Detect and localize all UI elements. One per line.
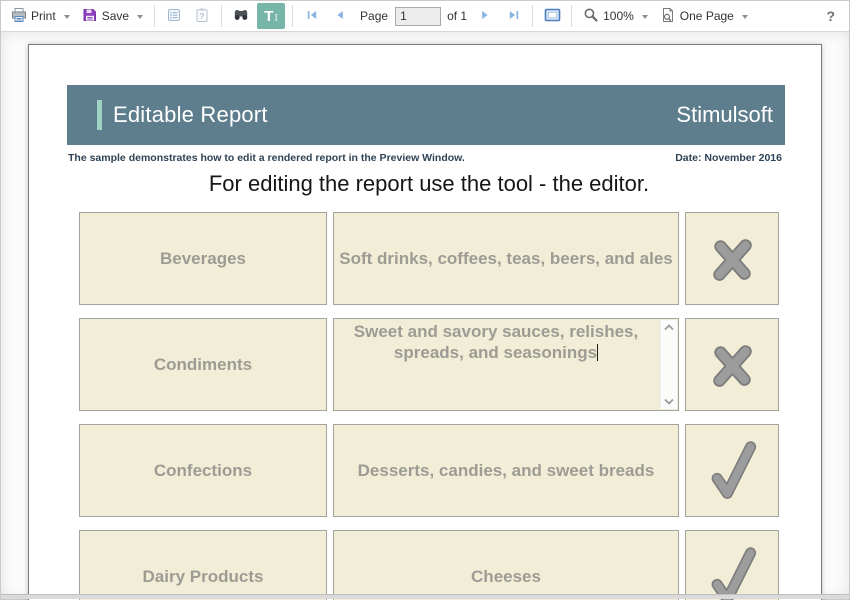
report-instruction: For editing the report use the tool - th… — [79, 171, 779, 197]
chevron-down-icon — [642, 15, 648, 19]
save-icon — [82, 7, 98, 26]
category-cell[interactable]: Condiments — [79, 318, 327, 411]
editor-button[interactable]: TI — [257, 3, 285, 29]
parameters-icon: ? — [194, 7, 210, 26]
view-mode-button[interactable]: One Page — [654, 3, 754, 29]
report-subline: The sample demonstrates how to edit a re… — [68, 152, 782, 164]
full-screen-button[interactable] — [539, 3, 565, 29]
status-cell[interactable] — [685, 530, 779, 600]
print-label: Print — [31, 9, 56, 23]
help-button[interactable]: ? — [826, 8, 835, 24]
separator — [154, 5, 155, 27]
chevron-down-icon — [137, 15, 143, 19]
bookmarks-icon — [166, 7, 182, 26]
table-row: Confections Desserts, candies, and sweet… — [79, 424, 779, 517]
report-subtitle: The sample demonstrates how to edit a re… — [68, 152, 465, 164]
report-header-band: Editable Report Stimulsoft — [67, 85, 785, 145]
svg-text:?: ? — [199, 10, 204, 20]
last-page-button[interactable] — [500, 3, 526, 29]
print-button[interactable]: Print — [5, 3, 76, 29]
table-row: Dairy Products Cheeses — [79, 530, 779, 600]
category-cell[interactable]: Dairy Products — [79, 530, 327, 600]
check-icon — [706, 439, 758, 503]
prev-page-button[interactable] — [327, 3, 353, 29]
status-cell[interactable] — [685, 318, 779, 411]
find-button[interactable] — [228, 3, 254, 29]
description-text: Cheeses — [471, 567, 541, 586]
description-text: Sweet and savory sauces, relishes, sprea… — [354, 322, 638, 362]
text-edit-icon: T — [264, 9, 273, 24]
prev-page-icon — [334, 9, 346, 24]
status-cell[interactable] — [685, 424, 779, 517]
page-view-icon — [660, 7, 676, 26]
preview-area: Editable Report Stimulsoft The sample de… — [1, 32, 849, 599]
first-page-button[interactable] — [299, 3, 325, 29]
text-cursor — [597, 344, 598, 361]
chevron-down-icon — [64, 15, 70, 19]
page-label: Page — [360, 9, 388, 23]
description-cell[interactable]: Cheeses — [333, 530, 679, 600]
status-cell[interactable] — [685, 212, 779, 305]
bookmarks-button[interactable] — [161, 3, 187, 29]
page-of-label: of 1 — [447, 9, 467, 23]
chevron-down-icon — [742, 15, 748, 19]
next-page-button[interactable] — [472, 3, 498, 29]
check-icon — [706, 545, 758, 600]
category-cell[interactable]: Beverages — [79, 212, 327, 305]
description-cell[interactable]: Desserts, candies, and sweet breads — [333, 424, 679, 517]
table-row: Beverages Soft drinks, coffees, teas, be… — [79, 212, 779, 305]
table-row: Condiments Sweet and savory sauces, reli… — [79, 318, 779, 411]
ibeam-icon: I — [274, 14, 277, 24]
zoom-value: 100% — [603, 9, 634, 23]
description-text: Desserts, candies, and sweet breads — [358, 461, 655, 480]
separator — [221, 5, 222, 27]
save-label: Save — [102, 9, 129, 23]
cross-icon — [707, 234, 757, 284]
description-cell-editing[interactable]: Sweet and savory sauces, relishes, sprea… — [333, 318, 679, 411]
description-text: Soft drinks, coffees, teas, beers, and a… — [339, 249, 673, 268]
report-date: Date: November 2016 — [675, 152, 782, 164]
full-screen-icon — [544, 7, 561, 26]
separator — [292, 5, 293, 27]
binoculars-icon — [233, 7, 249, 26]
horizontal-scrollbar-track[interactable] — [1, 594, 849, 599]
printer-icon — [11, 7, 27, 26]
magnifier-icon — [583, 7, 599, 26]
accent-bar — [97, 100, 102, 130]
separator — [532, 5, 533, 27]
first-page-icon — [306, 9, 319, 24]
brand-label: Stimulsoft — [676, 102, 773, 128]
scrollbar[interactable] — [660, 320, 677, 409]
last-page-icon — [507, 9, 520, 24]
next-page-icon — [479, 9, 491, 24]
report-viewer-window: Print Save — [0, 0, 850, 600]
scroll-up-icon — [664, 324, 674, 331]
toolbar: Print Save — [1, 1, 849, 32]
report-page: Editable Report Stimulsoft The sample de… — [28, 44, 822, 600]
cross-icon — [707, 340, 757, 390]
report-title: Editable Report — [113, 102, 268, 128]
save-button[interactable]: Save — [76, 3, 149, 29]
view-mode-value: One Page — [680, 9, 734, 23]
page-number-input[interactable] — [395, 7, 441, 26]
parameters-button[interactable]: ? — [189, 3, 215, 29]
report-table: Beverages Soft drinks, coffees, teas, be… — [79, 212, 779, 600]
separator — [571, 5, 572, 27]
zoom-button[interactable]: 100% — [577, 3, 654, 29]
category-cell[interactable]: Confections — [79, 424, 327, 517]
scroll-down-icon — [664, 398, 674, 405]
description-cell[interactable]: Soft drinks, coffees, teas, beers, and a… — [333, 212, 679, 305]
